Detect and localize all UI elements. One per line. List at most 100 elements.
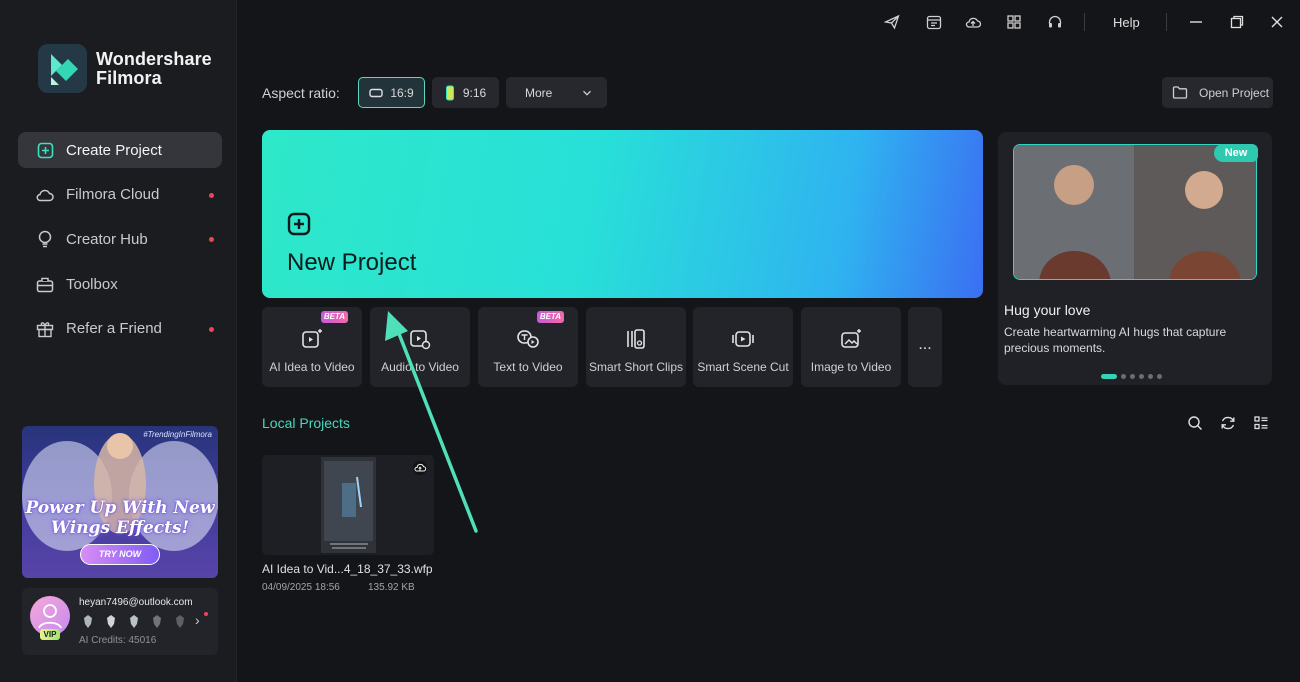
- cloud-upload-icon[interactable]: [412, 461, 428, 475]
- refresh-icon[interactable]: [1220, 415, 1236, 431]
- aspect-ratio-label: Aspect ratio:: [262, 85, 340, 101]
- search-icon[interactable]: [1187, 415, 1203, 431]
- carousel-dots[interactable]: [1101, 374, 1162, 379]
- sidebar-item-label: Toolbox: [66, 275, 118, 293]
- cloud-upload-icon[interactable]: [965, 14, 981, 30]
- new-project-card[interactable]: New Project: [262, 130, 983, 298]
- project-thumbnail[interactable]: [262, 455, 434, 555]
- account-panel[interactable]: VIP heyan7496@outlook.com AI Credits: 45…: [22, 588, 218, 655]
- open-project-label: Open Project: [1199, 85, 1270, 100]
- bulb-icon: [36, 230, 54, 248]
- minimize-icon[interactable]: [1188, 14, 1204, 30]
- chevron-down-icon: [583, 90, 591, 96]
- brand-name-line2: Filmora: [96, 67, 162, 88]
- send-icon[interactable]: [884, 14, 900, 30]
- promo-title: Power Up With New Wings Effects!: [25, 498, 215, 538]
- carousel-dot[interactable]: [1148, 374, 1153, 379]
- gift-icon: [36, 320, 54, 338]
- feature-card[interactable]: New Hug your love Create heartwarming AI…: [998, 132, 1272, 385]
- promo-banner[interactable]: #TrendingInFilmora Power Up With New Win…: [22, 426, 218, 578]
- sidebar-item-creator-hub[interactable]: Creator Hub: [18, 221, 222, 257]
- brand-name-line1: Wondershare: [96, 48, 212, 69]
- beta-badge: BETA: [320, 311, 348, 323]
- app-logo: Wondershare Filmora: [38, 44, 212, 93]
- portrait-icon: [445, 85, 454, 100]
- carousel-dot[interactable]: [1121, 374, 1126, 379]
- plus-square-icon: [36, 141, 54, 159]
- sidebar-item-label: Filmora Cloud: [66, 186, 160, 204]
- more-ratios-dropdown[interactable]: More: [506, 77, 607, 108]
- divider: [1084, 13, 1085, 31]
- carousel-dot[interactable]: [1157, 374, 1162, 379]
- feature-image: [1013, 144, 1257, 280]
- badge-icon: [176, 615, 184, 628]
- beta-badge: BETA: [536, 311, 564, 323]
- notification-dot: [204, 612, 208, 616]
- ai-idea-video-icon: [302, 329, 322, 348]
- tool-label: Audio to Video: [381, 360, 459, 374]
- try-now-button[interactable]: TRY NOW: [80, 544, 160, 565]
- more-tools-button[interactable]: ...: [908, 307, 942, 387]
- sidebar-item-toolbox[interactable]: Toolbox: [18, 266, 222, 302]
- grid-icon[interactable]: [1006, 14, 1022, 30]
- project-size: 135.92 KB: [368, 582, 415, 593]
- local-projects-title: Local Projects: [262, 415, 350, 431]
- carousel-dot[interactable]: [1130, 374, 1135, 379]
- notification-dot: [209, 192, 214, 198]
- app-window: Wondershare Filmora Create Project Filmo…: [0, 0, 1300, 682]
- tool-label: AI Idea to Video: [269, 360, 355, 374]
- achievement-badges: [81, 614, 188, 629]
- aspect-16-9-button[interactable]: 16:9: [358, 77, 425, 108]
- tool-image-to-video[interactable]: Image to Video: [801, 307, 901, 387]
- tool-text-to-video[interactable]: BETA Text to Video: [478, 307, 578, 387]
- plus-square-icon: [287, 212, 311, 236]
- account-email: heyan7496@outlook.com: [79, 597, 193, 608]
- tool-label: Image to Video: [810, 360, 892, 374]
- aspect-9-16-button[interactable]: 9:16: [432, 77, 499, 108]
- tool-audio-to-video[interactable]: Audio to Video: [370, 307, 470, 387]
- carousel-dot[interactable]: [1101, 374, 1117, 379]
- audio-video-icon: [410, 330, 431, 350]
- calendar-icon[interactable]: [926, 14, 942, 30]
- project-name[interactable]: AI Idea to Vid...4_18_37_33.wfp: [262, 562, 433, 576]
- feature-title: Hug your love: [1004, 302, 1091, 318]
- badge-icon: [84, 615, 92, 628]
- filmora-logo-icon: [38, 44, 87, 93]
- tool-label: Text to Video: [493, 360, 563, 374]
- sidebar-item-create-project[interactable]: Create Project: [18, 132, 222, 168]
- headset-icon[interactable]: [1047, 14, 1063, 30]
- badge-icon: [130, 615, 138, 628]
- new-badge: New: [1214, 144, 1258, 162]
- divider: [1166, 13, 1167, 31]
- project-date: 04/09/2025 18:56: [262, 582, 340, 593]
- cloud-icon: [36, 186, 54, 204]
- feature-description: Create heartwarming AI hugs that capture…: [1004, 325, 1227, 355]
- sidebar-item-filmora-cloud[interactable]: Filmora Cloud: [18, 177, 222, 213]
- aspect-9-16-label: 9:16: [462, 85, 487, 100]
- sidebar-nav: Create Project Filmora Cloud Creator Hub: [18, 132, 222, 355]
- carousel-dot[interactable]: [1139, 374, 1144, 379]
- restore-icon[interactable]: [1229, 14, 1245, 30]
- image-video-icon: [841, 329, 861, 348]
- list-view-icon[interactable]: [1253, 415, 1269, 431]
- aspect-16-9-label: 16:9: [390, 85, 414, 100]
- chevron-right-icon[interactable]: ›: [195, 612, 200, 628]
- ai-credits: AI Credits: 45016: [79, 635, 157, 646]
- short-clips-icon: [627, 329, 645, 349]
- folder-icon: [1172, 86, 1188, 99]
- tool-label: Smart Short Clips: [588, 360, 684, 374]
- sidebar: Wondershare Filmora Create Project Filmo…: [0, 0, 237, 682]
- tool-ai-idea-to-video[interactable]: BETA AI Idea to Video: [262, 307, 362, 387]
- sidebar-item-label: Create Project: [66, 141, 162, 159]
- badge-icon: [107, 615, 115, 628]
- new-project-label: New Project: [287, 249, 417, 276]
- toolbox-icon: [36, 275, 54, 293]
- close-icon[interactable]: [1269, 14, 1285, 30]
- tool-smart-short-clips[interactable]: Smart Short Clips: [586, 307, 686, 387]
- text-video-icon: [517, 330, 539, 348]
- sidebar-item-refer-a-friend[interactable]: Refer a Friend: [18, 311, 222, 347]
- tool-smart-scene-cut[interactable]: Smart Scene Cut: [693, 307, 793, 387]
- open-project-button[interactable]: Open Project: [1162, 77, 1273, 108]
- vip-badge: VIP: [40, 629, 60, 640]
- help-menu[interactable]: Help: [1113, 15, 1140, 30]
